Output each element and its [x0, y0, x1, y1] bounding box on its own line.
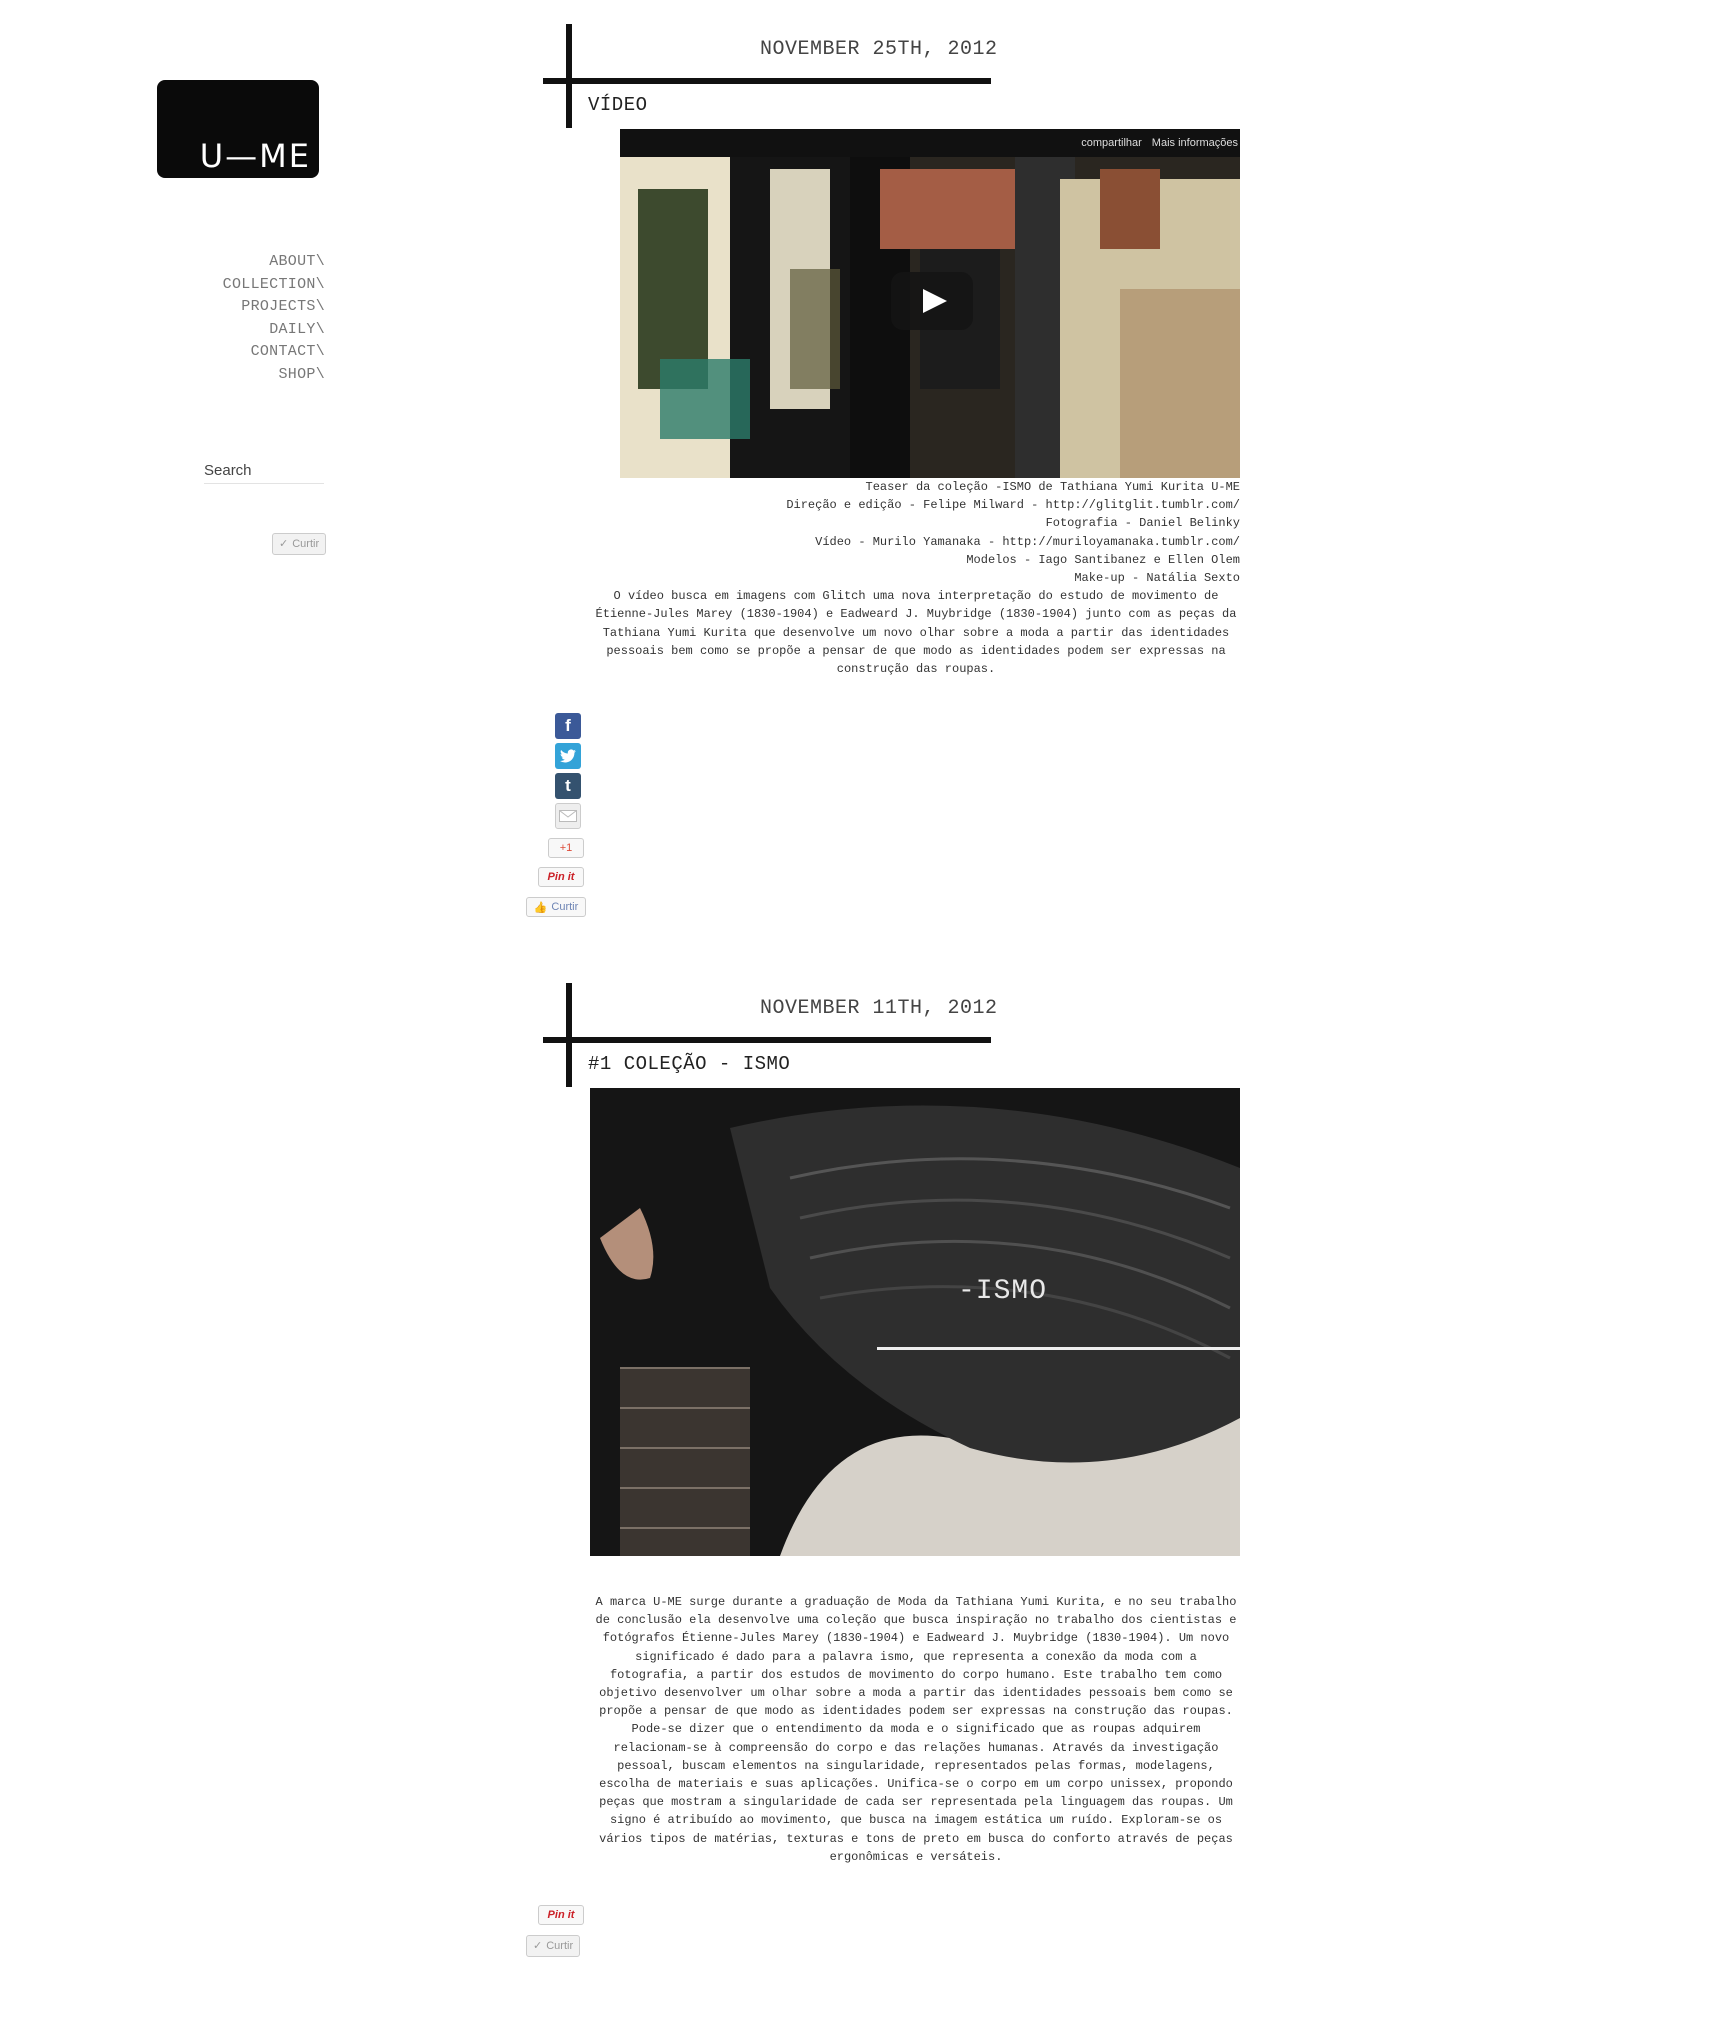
nav-item-contact[interactable]: CONTACT\ [190, 341, 325, 364]
caption-line: Direção e edição - Felipe Milward - http… [786, 498, 1240, 513]
video-player[interactable]: compartilhar Mais informações [620, 129, 1240, 478]
envelope-glyph [559, 810, 577, 822]
post-cross-horizontal [543, 1037, 991, 1043]
play-icon [923, 289, 947, 313]
post-cross-vertical [566, 24, 572, 128]
check-icon: ✓ [533, 1940, 543, 1952]
video-topbar: compartilhar Mais informações [620, 129, 1240, 157]
like-label: Curtir [292, 538, 320, 550]
post-date: NOVEMBER 25TH, 2012 [760, 38, 998, 61]
caption-paragraph: O vídeo busca em imagens com Glitch uma … [595, 589, 1237, 677]
logo-text: U—ME [199, 137, 311, 175]
caption-line: Make-up - Natália Sexto [1074, 571, 1240, 586]
nav-item-shop[interactable]: SHOP\ [190, 364, 325, 387]
facebook-like-button[interactable]: 👍 Curtir [526, 897, 586, 917]
pinterest-button[interactable]: Pin it [538, 867, 584, 887]
thumbs-up-icon: 👍 [533, 901, 548, 914]
site-logo[interactable]: U—ME [157, 80, 319, 178]
post-title[interactable]: VÍDEO [588, 94, 648, 116]
nav-item-projects[interactable]: PROJECTS\ [190, 296, 325, 319]
caption-line: Fotografia - Daniel Belinky [1045, 516, 1240, 531]
nav-item-collection[interactable]: COLLECTION\ [190, 274, 325, 297]
play-button[interactable] [891, 272, 973, 330]
post-caption: Teaser da coleção -ISMO de Tathiana Yumi… [592, 478, 1240, 678]
video-share-link[interactable]: compartilhar [1081, 137, 1142, 149]
tumblr-icon[interactable]: t [555, 773, 581, 799]
photo-divider [877, 1347, 1240, 1350]
search-box [204, 462, 324, 484]
search-input[interactable] [204, 462, 322, 479]
nav-item-about[interactable]: ABOUT\ [190, 251, 325, 274]
photo-title: -ISMO [958, 1276, 1048, 1307]
pin-label: Pin it [547, 1909, 575, 1921]
photo-artwork [590, 1088, 1240, 1556]
pinterest-button[interactable]: Pin it [538, 1905, 584, 1925]
google-plus-button[interactable]: +1 [548, 838, 584, 858]
post-cross-horizontal [543, 78, 991, 84]
email-icon[interactable] [555, 803, 581, 829]
caption-line: Vídeo - Murilo Yamanaka - http://muriloy… [815, 534, 1240, 549]
caption-line: Modelos - Iago Santibanez e Ellen Olem [966, 552, 1240, 567]
caption-line: Teaser da coleção -ISMO de Tathiana Yumi… [865, 480, 1240, 494]
post-title[interactable]: #1 COLEÇÃO - ISMO [588, 1053, 790, 1075]
check-icon: ✓ [279, 538, 289, 550]
google-plus-label: +1 [559, 842, 573, 854]
share-column: f t [555, 713, 581, 833]
nav-item-daily[interactable]: DAILY\ [190, 319, 325, 342]
facebook-icon[interactable]: f [555, 713, 581, 739]
main-nav: ABOUT\ COLLECTION\ PROJECTS\ DAILY\ CONT… [190, 251, 325, 386]
facebook-like-button[interactable]: ✓ Curtir [526, 1935, 581, 1957]
twitter-bird-glyph [560, 749, 576, 763]
collection-photo[interactable]: -ISMO [590, 1088, 1240, 1556]
like-label: Curtir [551, 901, 579, 913]
post-body: A marca U-ME surge durante a graduação d… [595, 1595, 1237, 1864]
post-cross-vertical [566, 983, 572, 1087]
like-label: Curtir [546, 1940, 574, 1952]
sidebar-like-button[interactable]: ✓ Curtir [272, 533, 327, 555]
pin-label: Pin it [547, 871, 575, 883]
twitter-icon[interactable] [555, 743, 581, 769]
video-info-link[interactable]: Mais informações [1152, 137, 1238, 149]
post-date: NOVEMBER 11TH, 2012 [760, 997, 998, 1020]
